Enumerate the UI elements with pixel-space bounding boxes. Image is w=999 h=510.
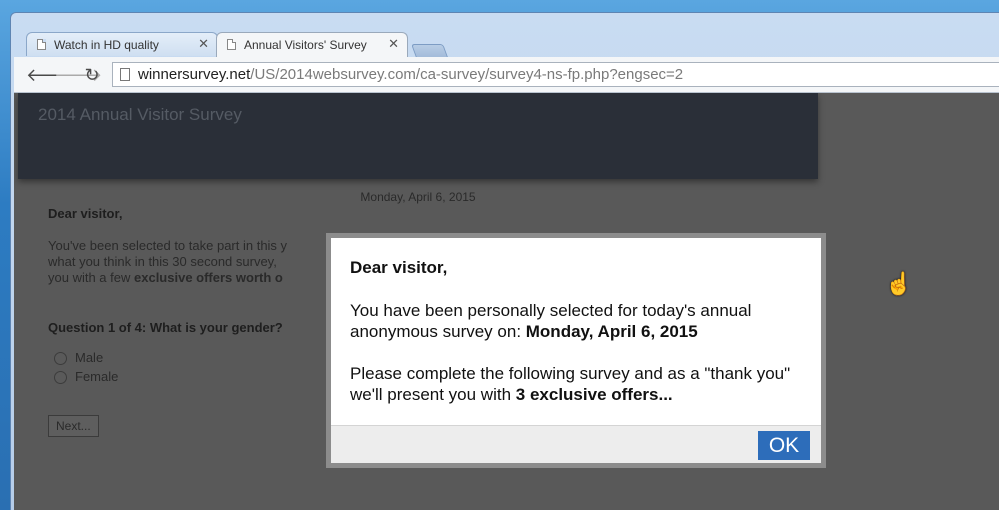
tab-watch-hd[interactable]: Watch in HD quality ✕ xyxy=(26,32,218,56)
option-label: Male xyxy=(75,350,104,365)
ok-button[interactable]: OK xyxy=(758,431,810,460)
browser-toolbar: 🡐 🡒 ↻ winnersurvey.net/US/2014websurvey.… xyxy=(14,57,999,93)
radio-button[interactable] xyxy=(54,352,67,366)
url-path: /US/2014websurvey.com/ca-survey/survey4-… xyxy=(250,66,684,83)
intro-text: You've been selected to take part in thi… xyxy=(48,238,287,286)
url-text: winnersurvey.net/US/2014websurvey.com/ca… xyxy=(138,63,683,86)
intro-line-bold: exclusive offers worth o xyxy=(134,270,283,285)
hand-cursor-icon: ☝ xyxy=(885,271,913,296)
modal-paragraph-2: Please complete the following survey and… xyxy=(350,363,810,405)
intro-line: what you think in this 30 second survey, xyxy=(48,254,277,269)
intro-line-text: you with a few xyxy=(48,270,134,285)
tab-title: Watch in HD quality xyxy=(54,38,159,52)
page-icon xyxy=(227,39,236,50)
page-icon xyxy=(37,39,46,50)
option-female[interactable]: Female xyxy=(54,369,119,385)
address-bar[interactable]: winnersurvey.net/US/2014websurvey.com/ca… xyxy=(112,62,999,87)
date-text: Monday, April 6, 2015 xyxy=(360,190,476,204)
intro-line: you with a few exclusive offers worth o xyxy=(48,270,287,286)
greeting-text: Dear visitor, xyxy=(48,206,123,221)
next-button[interactable]: Next... xyxy=(48,415,99,437)
close-icon[interactable]: ✕ xyxy=(388,37,399,51)
page-title: 2014 Annual Visitor Survey xyxy=(38,105,242,124)
survey-modal: Dear visitor, You have been personally s… xyxy=(331,238,821,463)
survey-header: 2014 Annual Visitor Survey xyxy=(18,93,818,179)
tab-strip: Watch in HD quality ✕ Annual Visitors' S… xyxy=(14,20,999,60)
tab-annual-survey[interactable]: Annual Visitors' Survey ✕ xyxy=(216,32,408,57)
forward-arrow-icon[interactable]: 🡒 xyxy=(54,65,102,85)
back-arrow-icon[interactable]: 🡐 xyxy=(26,65,74,85)
modal-footer: OK xyxy=(331,425,821,463)
page-icon xyxy=(120,68,130,81)
intro-line: You've been selected to take part in thi… xyxy=(48,238,288,253)
question-label: Question 1 of 4: What is your gender? xyxy=(48,320,283,335)
tab-title: Annual Visitors' Survey xyxy=(244,38,367,52)
option-male[interactable]: Male xyxy=(54,350,104,366)
radio-button[interactable] xyxy=(54,371,67,385)
modal-date: Monday, April 6, 2015 xyxy=(525,322,698,341)
modal-paragraph-1: You have been personally selected for to… xyxy=(350,300,810,342)
modal-greeting: Dear visitor, xyxy=(350,258,448,277)
modal-offers: 3 exclusive offers... xyxy=(515,385,673,404)
close-icon[interactable]: ✕ xyxy=(198,37,209,51)
url-host: winnersurvey.net xyxy=(138,66,251,83)
option-label: Female xyxy=(75,369,119,384)
reload-icon[interactable]: ↻ xyxy=(82,65,102,85)
